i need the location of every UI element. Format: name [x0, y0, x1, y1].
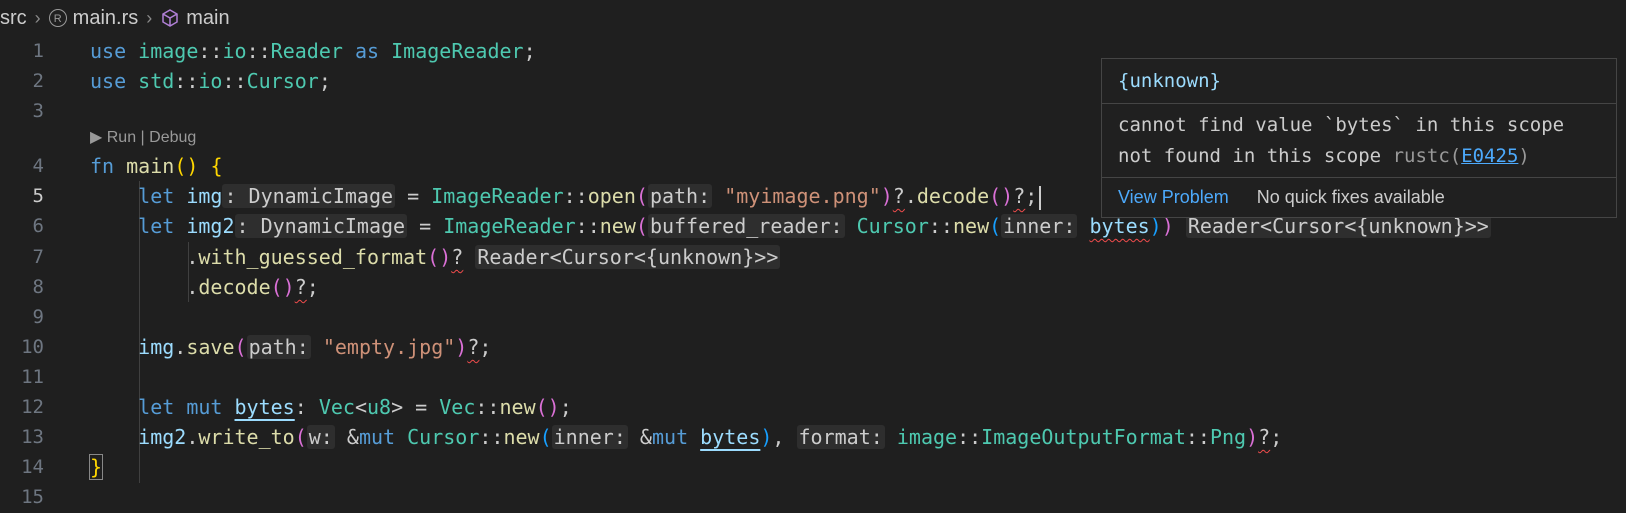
- code-line-13: img2.write_to(w: &mut Cursor::new(inner:…: [138, 425, 1283, 449]
- breadcrumb: src › R main.rs › main: [0, 0, 1626, 36]
- code-line-1: use image::io::Reader as ImageReader;: [90, 39, 536, 63]
- rust-file-icon: R: [48, 9, 67, 27]
- error-code-link[interactable]: E0425: [1461, 145, 1518, 167]
- code-line-8: .decode()?;: [90, 275, 319, 299]
- cube-symbol-icon: [160, 8, 180, 28]
- line-number: 9: [32, 306, 44, 328]
- hover-signature: {unknown}: [1102, 59, 1616, 104]
- hover-actions: View Problem No quick fixes available: [1102, 177, 1616, 217]
- breadcrumb-file[interactable]: R main.rs: [48, 6, 139, 30]
- run-debug-codelens[interactable]: ▶ Run | Debug: [90, 122, 196, 153]
- line-number: 10: [21, 336, 44, 358]
- code-line-4: fn main() {: [90, 154, 223, 178]
- breadcrumb-file-label: main.rs: [72, 6, 139, 29]
- code-line-5: let img: DynamicImage = ImageReader::ope…: [90, 181, 1042, 212]
- breadcrumb-symbol-label: main: [186, 6, 230, 29]
- line-number: 6: [32, 215, 44, 237]
- code-line-12: let mut bytes: Vec<u8> = Vec::new();: [138, 395, 572, 419]
- code-line-10: img.save(path: "empty.jpg")?;: [138, 335, 492, 359]
- line-number: 15: [21, 486, 44, 508]
- line-number: 13: [21, 426, 44, 448]
- line-number: 4: [32, 155, 44, 177]
- breadcrumb-folder[interactable]: src: [0, 7, 27, 30]
- code-line-7: .with_guessed_format()? Reader<Cursor<{u…: [90, 245, 781, 269]
- chevron-right-icon: ›: [34, 7, 41, 28]
- line-number: 7: [32, 246, 44, 268]
- error-detail: not found in this scope rustc(E0425): [1118, 145, 1530, 167]
- breadcrumb-folder-label: src: [0, 6, 27, 29]
- code-line-2: use std::io::Cursor;: [90, 69, 331, 93]
- hover-message: cannot find value `bytes` in this scope …: [1102, 104, 1616, 172]
- line-number: 1: [32, 40, 44, 62]
- hover-tooltip: {unknown} cannot find value `bytes` in t…: [1101, 58, 1617, 218]
- line-number: 11: [21, 366, 44, 388]
- line-number: 3: [32, 100, 44, 122]
- no-quick-fixes-label: No quick fixes available: [1256, 187, 1445, 207]
- view-problem-link[interactable]: View Problem: [1118, 187, 1229, 208]
- breadcrumb-symbol[interactable]: main: [160, 6, 230, 30]
- line-number: 2: [32, 70, 44, 92]
- line-number: 12: [21, 396, 44, 418]
- code-line-14: }: [88, 454, 104, 480]
- chevron-right-icon: ›: [146, 7, 153, 28]
- line-number: 8: [32, 276, 44, 298]
- error-message: cannot find value `bytes` in this scope: [1118, 114, 1565, 136]
- line-number: 14: [21, 456, 44, 478]
- line-number-active: 5: [32, 185, 44, 207]
